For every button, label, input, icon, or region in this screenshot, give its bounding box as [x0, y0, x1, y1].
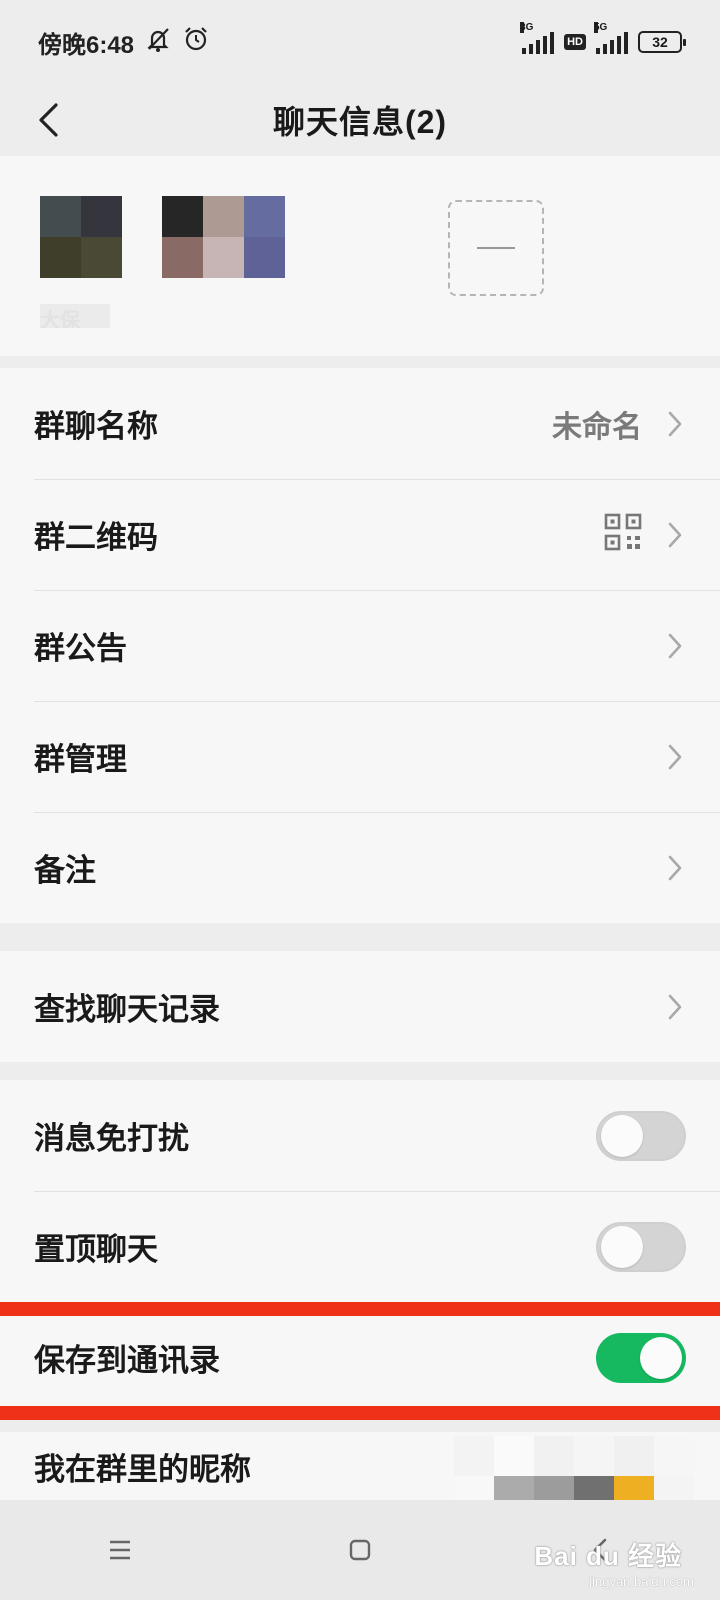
toggle-knob: [601, 1225, 643, 1268]
menu-button[interactable]: [90, 1520, 150, 1580]
row-label: 群聊名称: [34, 409, 158, 444]
watermark: Bai du 经验: [534, 1541, 682, 1571]
row-group-announcement[interactable]: 群公告: [0, 590, 720, 701]
member-name: 大保: [40, 304, 110, 328]
battery-icon: 32: [638, 31, 686, 53]
chevron-right-icon: [664, 631, 686, 661]
status-left: 傍晚6:48: [38, 25, 210, 60]
row-label: 保存到通讯录: [34, 1343, 220, 1378]
row-pin-chat: 置顶聊天: [0, 1191, 720, 1302]
status-time: 傍晚6:48: [38, 31, 135, 59]
row-remark[interactable]: 备注: [0, 812, 720, 923]
row-mute-notifications: 消息免打扰: [0, 1080, 720, 1191]
settings-group-2: 查找聊天记录: [0, 951, 720, 1062]
row-label: 置顶聊天: [34, 1232, 158, 1267]
group-name-value: 未命名: [552, 410, 642, 444]
nickname-value-blurred: [454, 1436, 694, 1500]
chevron-right-icon: [664, 853, 686, 883]
row-label: 群管理: [34, 742, 127, 777]
pin-chat-toggle[interactable]: [596, 1221, 686, 1272]
chevron-right-icon: [664, 992, 686, 1022]
row-save-to-contacts: 保存到通讯录: [0, 1302, 720, 1413]
add-member-button[interactable]: [448, 200, 544, 296]
sim2-network: 5G: [594, 22, 608, 33]
mute-toggle[interactable]: [596, 1110, 686, 1161]
nav-bar: 聊天信息(2): [0, 84, 720, 156]
status-bar: 傍晚6:48 3G HD 5G 32: [0, 0, 720, 84]
member-grid: 大保: [0, 156, 720, 356]
row-label: 消息免打扰: [34, 1121, 189, 1156]
row-label: 备注: [34, 853, 96, 888]
signal-icon: 3G: [520, 22, 555, 54]
status-right: 3G HD 5G 32: [520, 22, 686, 54]
battery-level: 32: [652, 34, 668, 50]
avatar[interactable]: [162, 196, 285, 278]
settings-group-4: 我在群里的昵称: [0, 1432, 720, 1500]
settings-group-3: 消息免打扰 置顶聊天 保存到通讯录: [0, 1080, 720, 1413]
row-label: 群公告: [34, 631, 127, 666]
row-label: 查找聊天记录: [34, 992, 220, 1027]
row-label: 群二维码: [34, 520, 158, 555]
row-group-management[interactable]: 群管理: [0, 701, 720, 812]
add-member-icon: [477, 247, 515, 249]
hd-badge: HD: [564, 34, 586, 50]
signal-icon: 5G: [594, 22, 628, 54]
back-button[interactable]: [22, 94, 74, 146]
sim1-network: 3G: [520, 22, 534, 33]
home-button[interactable]: [330, 1520, 390, 1580]
settings-group-1: 群聊名称 未命名 群二维码 群公告 群管理 备注: [0, 368, 720, 923]
save-to-contacts-toggle[interactable]: [596, 1332, 686, 1383]
qr-code-icon: [604, 513, 642, 556]
chevron-right-icon: [664, 742, 686, 772]
row-group-name[interactable]: 群聊名称 未命名: [0, 368, 720, 479]
toggle-knob: [640, 1336, 682, 1379]
row-label: 我在群里的昵称: [34, 1451, 251, 1487]
row-group-qrcode[interactable]: 群二维码: [0, 479, 720, 590]
chevron-right-icon: [664, 409, 686, 439]
home-square-icon: [349, 1539, 371, 1561]
page-title: 聊天信息(2): [272, 104, 448, 140]
row-search-chat-history[interactable]: 查找聊天记录: [0, 951, 720, 1062]
alarm-icon: [182, 25, 210, 60]
menu-icon: [110, 1540, 130, 1560]
mute-icon: [144, 25, 172, 60]
chevron-left-icon: [39, 103, 58, 137]
watermark-sub: jingyan.baidu.com: [589, 1574, 694, 1589]
chevron-right-icon: [664, 520, 686, 550]
toggle-knob: [601, 1114, 643, 1157]
avatar[interactable]: [40, 196, 122, 278]
highlight-line-bottom: [0, 1406, 720, 1420]
highlight-line-top: [0, 1302, 720, 1316]
